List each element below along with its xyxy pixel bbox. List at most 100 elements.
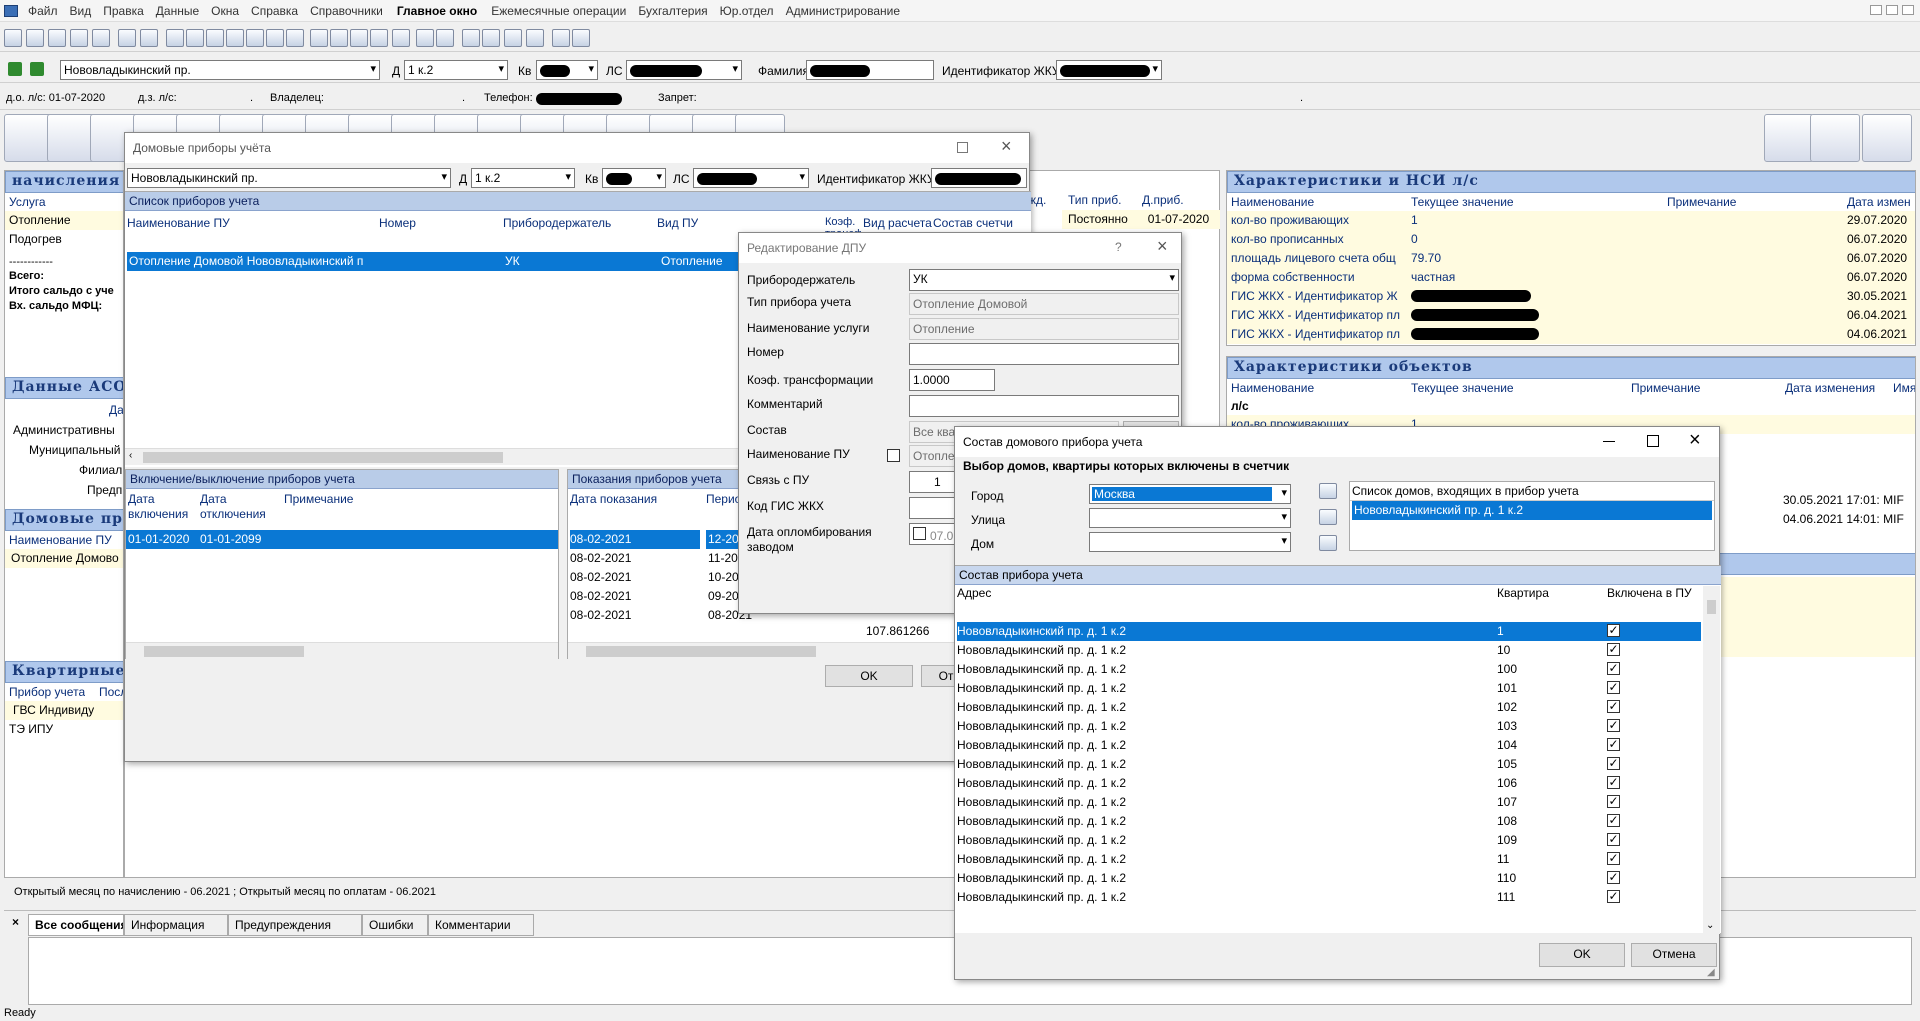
help-icon[interactable]: ? (1115, 240, 1122, 254)
flat-row[interactable]: Нововладыкинский пр. д. 1 к.2 107 ✓ (957, 793, 1701, 812)
kv-row[interactable]: ТЭ ИПУ (9, 720, 53, 739)
menu-item[interactable]: Правка (103, 4, 144, 18)
included-checkbox[interactable]: ✓ (1607, 624, 1620, 637)
house-list-item[interactable]: Нововладыкинский пр. д. 1 к.2 (1352, 501, 1712, 520)
included-checkbox[interactable]: ✓ (1607, 757, 1620, 770)
toolbar-button-icon[interactable] (310, 29, 328, 47)
toolbar-button-icon[interactable] (350, 29, 368, 47)
nach-row[interactable]: Подогрев (5, 230, 123, 249)
message-tab[interactable]: Ошибки (362, 914, 428, 936)
street-combo[interactable]: Нововладыкинский пр. (60, 60, 380, 80)
surname-input[interactable] (806, 60, 934, 80)
flat-row[interactable]: Нововладыкинский пр. д. 1 к.2 104 ✓ (957, 736, 1701, 755)
included-checkbox[interactable]: ✓ (1607, 795, 1620, 808)
included-checkbox[interactable]: ✓ (1607, 738, 1620, 751)
restore-icon[interactable] (1886, 5, 1898, 15)
toolbar-button-icon[interactable] (482, 29, 500, 47)
kv-row[interactable]: ГВС Индивиду (5, 701, 123, 720)
menu-item[interactable]: Вид (70, 4, 92, 18)
name-pu-checkbox[interactable] (887, 449, 900, 462)
flat-row[interactable]: Нововладыкинский пр. д. 1 к.2 109 ✓ (957, 831, 1701, 850)
menu-item[interactable]: Юр.отдел (720, 4, 774, 18)
menu-item[interactable]: Справка (251, 4, 298, 18)
incl-scroll[interactable] (126, 642, 558, 659)
messages-close-icon[interactable]: × (12, 915, 19, 929)
dpu-close-icon[interactable]: × (1001, 136, 1012, 157)
toolbar-button-icon[interactable] (392, 29, 410, 47)
nsi-row[interactable]: ГИС ЖКХ - Идентификатор пл 04.06.2021 (1227, 325, 1915, 344)
toolbar-button-icon[interactable] (186, 29, 204, 47)
included-checkbox[interactable]: ✓ (1607, 871, 1620, 884)
ls-combo[interactable] (626, 60, 742, 80)
menu-item[interactable]: Бухгалтерия (638, 4, 707, 18)
module-button-icon[interactable] (1810, 114, 1860, 162)
minimize-icon[interactable] (1870, 5, 1882, 15)
toolbar-button-icon[interactable] (70, 29, 88, 47)
included-checkbox[interactable]: ✓ (1607, 814, 1620, 827)
dpu-house-combo[interactable]: 1 к.2 (471, 168, 575, 188)
dom-row[interactable]: Отопление Домово (5, 549, 123, 568)
menu-item[interactable]: Файл (28, 4, 58, 18)
flat-row[interactable]: Нововладыкинский пр. д. 1 к.2 101 ✓ (957, 679, 1701, 698)
message-tab[interactable]: Комментарии (428, 914, 534, 936)
toolbar-button-icon[interactable] (462, 29, 480, 47)
module-button-icon[interactable] (1764, 114, 1814, 162)
flat-row[interactable]: Нововладыкинский пр. д. 1 к.2 103 ✓ (957, 717, 1701, 736)
replace-icon[interactable] (1319, 509, 1337, 525)
flat-row[interactable]: Нововладыкинский пр. д. 1 к.2 105 ✓ (957, 755, 1701, 774)
dpu-ls-combo[interactable] (693, 168, 809, 188)
included-checkbox[interactable]: ✓ (1607, 852, 1620, 865)
flat-row[interactable]: Нововладыкинский пр. д. 1 к.2 108 ✓ (957, 812, 1701, 831)
included-checkbox[interactable]: ✓ (1607, 643, 1620, 656)
toolbar-button-icon[interactable] (504, 29, 522, 47)
menu-item[interactable]: Справочники (310, 4, 383, 18)
nav-first-icon[interactable] (8, 62, 22, 76)
flat-row[interactable]: Нововладыкинский пр. д. 1 к.2 100 ✓ (957, 660, 1701, 679)
module-button-icon[interactable] (1862, 114, 1912, 162)
dpu-id-input[interactable] (931, 168, 1027, 188)
toolbar-button-icon[interactable] (416, 29, 434, 47)
toolbar-button-icon[interactable] (118, 29, 136, 47)
toolbar-button-icon[interactable] (4, 29, 22, 47)
flat-row[interactable]: Нововладыкинский пр. д. 1 к.2 1 ✓ (957, 622, 1701, 641)
sostav-cancel-button[interactable]: Отмена (1631, 943, 1717, 967)
id-combo[interactable] (1056, 60, 1162, 80)
menu-item[interactable]: Администрирование (786, 4, 900, 18)
toolbar-button-icon[interactable] (140, 29, 158, 47)
toolbar-button-icon[interactable] (26, 29, 44, 47)
included-checkbox[interactable]: ✓ (1607, 700, 1620, 713)
number-field[interactable] (909, 343, 1179, 365)
house-combo[interactable]: 1 к.2 (404, 60, 508, 80)
nsi-row[interactable]: кол-во прописанных 0 06.07.2020 (1227, 230, 1915, 249)
nsi-row[interactable]: ГИС ЖКХ - Идентификатор пл 06.04.2021 (1227, 306, 1915, 325)
resize-grip-icon[interactable]: ◢ (1707, 967, 1715, 978)
sostav-street-combo[interactable] (1089, 508, 1291, 528)
holder-combo[interactable]: УК (909, 269, 1179, 291)
toolbar-button-icon[interactable] (246, 29, 264, 47)
sostav-house-combo[interactable] (1089, 532, 1291, 552)
toolbar-button-icon[interactable] (226, 29, 244, 47)
included-checkbox[interactable]: ✓ (1607, 681, 1620, 694)
nsi-row[interactable]: ГИС ЖКХ - Идентификатор Ж 30.05.2021 (1227, 287, 1915, 306)
menu-item[interactable]: Главное окно (397, 4, 477, 18)
kv-combo[interactable] (536, 60, 598, 80)
flat-row[interactable]: Нововладыкинский пр. д. 1 к.2 11 ✓ (957, 850, 1701, 869)
nsi-row[interactable]: кол-во проживающих 1 29.07.2020 (1227, 211, 1915, 230)
city-combo[interactable]: Москва (1089, 484, 1291, 504)
close-icon[interactable] (1902, 5, 1914, 15)
toolbar-button-icon[interactable] (526, 29, 544, 47)
included-checkbox[interactable]: ✓ (1607, 719, 1620, 732)
flat-row[interactable]: Нововладыкинский пр. д. 1 к.2 10 ✓ (957, 641, 1701, 660)
toolbar-button-icon[interactable] (572, 29, 590, 47)
nsi-row[interactable]: площадь лицевого счета общ 79.70 06.07.202… (1227, 249, 1915, 268)
nach-row[interactable]: Отопление (5, 211, 123, 230)
toolbar-button-icon[interactable] (286, 29, 304, 47)
dpu-maximize-icon[interactable] (957, 142, 968, 153)
dpu-street-combo[interactable]: Нововладыкинский пр. (127, 168, 451, 188)
dpu-ok-button[interactable]: OK (825, 665, 913, 687)
menu-item[interactable]: Данные (156, 4, 199, 18)
included-checkbox[interactable]: ✓ (1607, 890, 1620, 903)
toolbar-button-icon[interactable] (370, 29, 388, 47)
toolbar-button-icon[interactable] (436, 29, 454, 47)
sostav-minimize-icon[interactable] (1603, 441, 1615, 442)
